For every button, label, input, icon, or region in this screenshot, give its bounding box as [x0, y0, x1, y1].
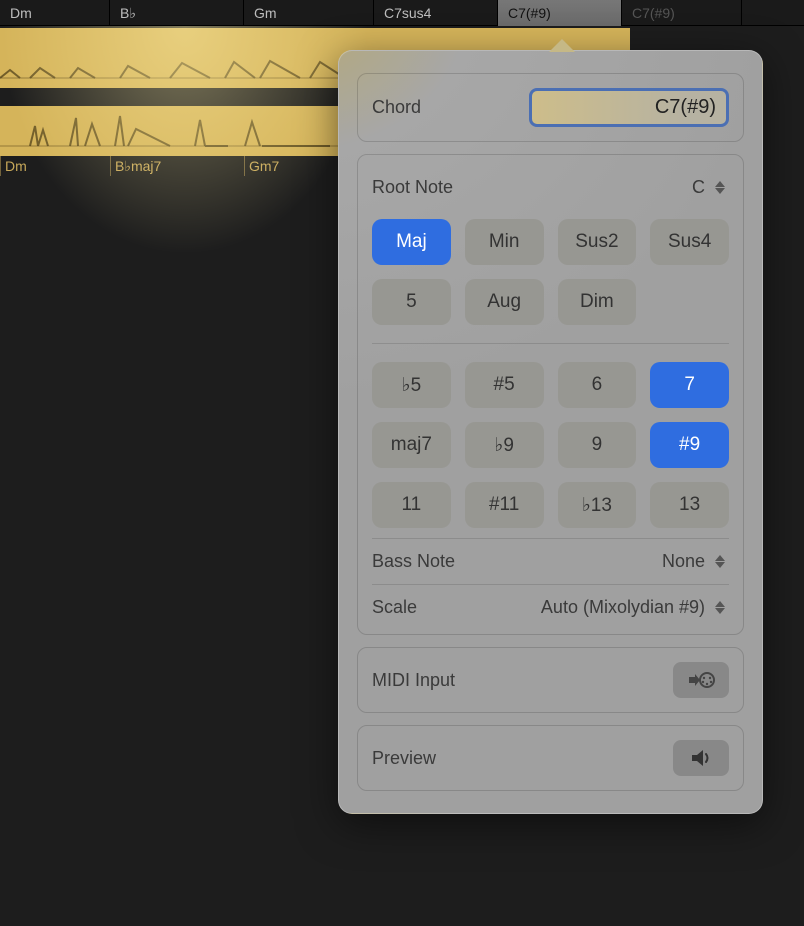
chord-tab[interactable]: C7(#9): [622, 0, 742, 26]
extension-pill-13[interactable]: 13: [650, 482, 729, 528]
extensions-grid-3: 11 #11 ♭13 13: [372, 482, 729, 528]
extension-pill-7[interactable]: 7: [650, 362, 729, 408]
extension-pill-b9[interactable]: ♭9: [465, 422, 544, 468]
scale-label: Scale: [372, 597, 417, 618]
quality-pill-min[interactable]: Min: [465, 219, 544, 265]
root-note-value: C: [692, 177, 705, 198]
extension-pill-s11[interactable]: #11: [465, 482, 544, 528]
bass-note-value: None: [662, 551, 705, 572]
chord-tab[interactable]: Gm: [244, 0, 374, 26]
speaker-icon: [689, 748, 713, 768]
preview-section: Preview: [357, 725, 744, 791]
midi-input-button[interactable]: [673, 662, 729, 698]
preview-label: Preview: [372, 748, 436, 769]
quality-pill-dim[interactable]: Dim: [558, 279, 637, 325]
region-chord-label: B♭maj7: [110, 156, 244, 176]
chord-name-input[interactable]: [529, 88, 729, 127]
extension-pill-s5[interactable]: #5: [465, 362, 544, 408]
chord-tab[interactable]: C7sus4: [374, 0, 498, 26]
quality-pill-aug[interactable]: Aug: [465, 279, 544, 325]
extensions-grid: ♭5 #5 67: [372, 343, 729, 408]
root-note-select[interactable]: C: [692, 176, 729, 198]
scale-select[interactable]: Auto (Mixolydian #9): [541, 597, 729, 619]
extension-pill-s9[interactable]: #9: [650, 422, 729, 468]
quality-pill-sus2[interactable]: Sus2: [558, 219, 637, 265]
extension-pill-maj7[interactable]: maj7: [372, 422, 451, 468]
chord-tab[interactable]: Dm: [0, 0, 110, 26]
stepper-icon: [711, 176, 729, 198]
stepper-icon: [711, 597, 729, 619]
extension-pill-9[interactable]: 9: [558, 422, 637, 468]
chord-editor-popover: Chord Root Note C Maj Min Sus2 Sus4 5 Aug Dim…: [338, 50, 763, 814]
quality-pill-5[interactable]: 5: [372, 279, 451, 325]
chord-properties-section: Root Note C Maj Min Sus2 Sus4 5 Aug Dim ♭5 #5 6…: [357, 154, 744, 635]
midi-in-icon: [687, 670, 715, 690]
extension-pill-b13[interactable]: ♭13: [558, 482, 637, 528]
chord-track: DmB♭GmC7sus4C7(#9)C7(#9): [0, 0, 804, 26]
extension-pill-11[interactable]: 11: [372, 482, 451, 528]
chord-name-section: Chord: [357, 73, 744, 142]
quality-grid-2: 5 Aug Dim: [372, 279, 729, 325]
popover-arrow-icon: [549, 39, 575, 52]
preview-button[interactable]: [673, 740, 729, 776]
midi-input-label: MIDI Input: [372, 670, 455, 691]
extension-pill-b5[interactable]: ♭5: [372, 362, 451, 408]
extensions-grid-2: maj7 ♭9 9 #9: [372, 422, 729, 468]
chord-tab[interactable]: B♭: [110, 0, 244, 26]
root-note-label: Root Note: [372, 177, 453, 198]
chord-tab[interactable]: C7(#9): [498, 0, 622, 26]
bass-note-label: Bass Note: [372, 551, 455, 572]
extension-pill-6[interactable]: 6: [558, 362, 637, 408]
quality-pill-sus4[interactable]: Sus4: [650, 219, 729, 265]
region-chord-label: Dm: [0, 156, 110, 176]
quality-pill-maj[interactable]: Maj: [372, 219, 451, 265]
quality-grid: Maj Min Sus2 Sus4: [372, 219, 729, 265]
stepper-icon: [711, 551, 729, 573]
scale-value: Auto (Mixolydian #9): [541, 597, 705, 618]
midi-input-section: MIDI Input: [357, 647, 744, 713]
chord-label: Chord: [372, 97, 421, 118]
bass-note-select[interactable]: None: [662, 551, 729, 573]
